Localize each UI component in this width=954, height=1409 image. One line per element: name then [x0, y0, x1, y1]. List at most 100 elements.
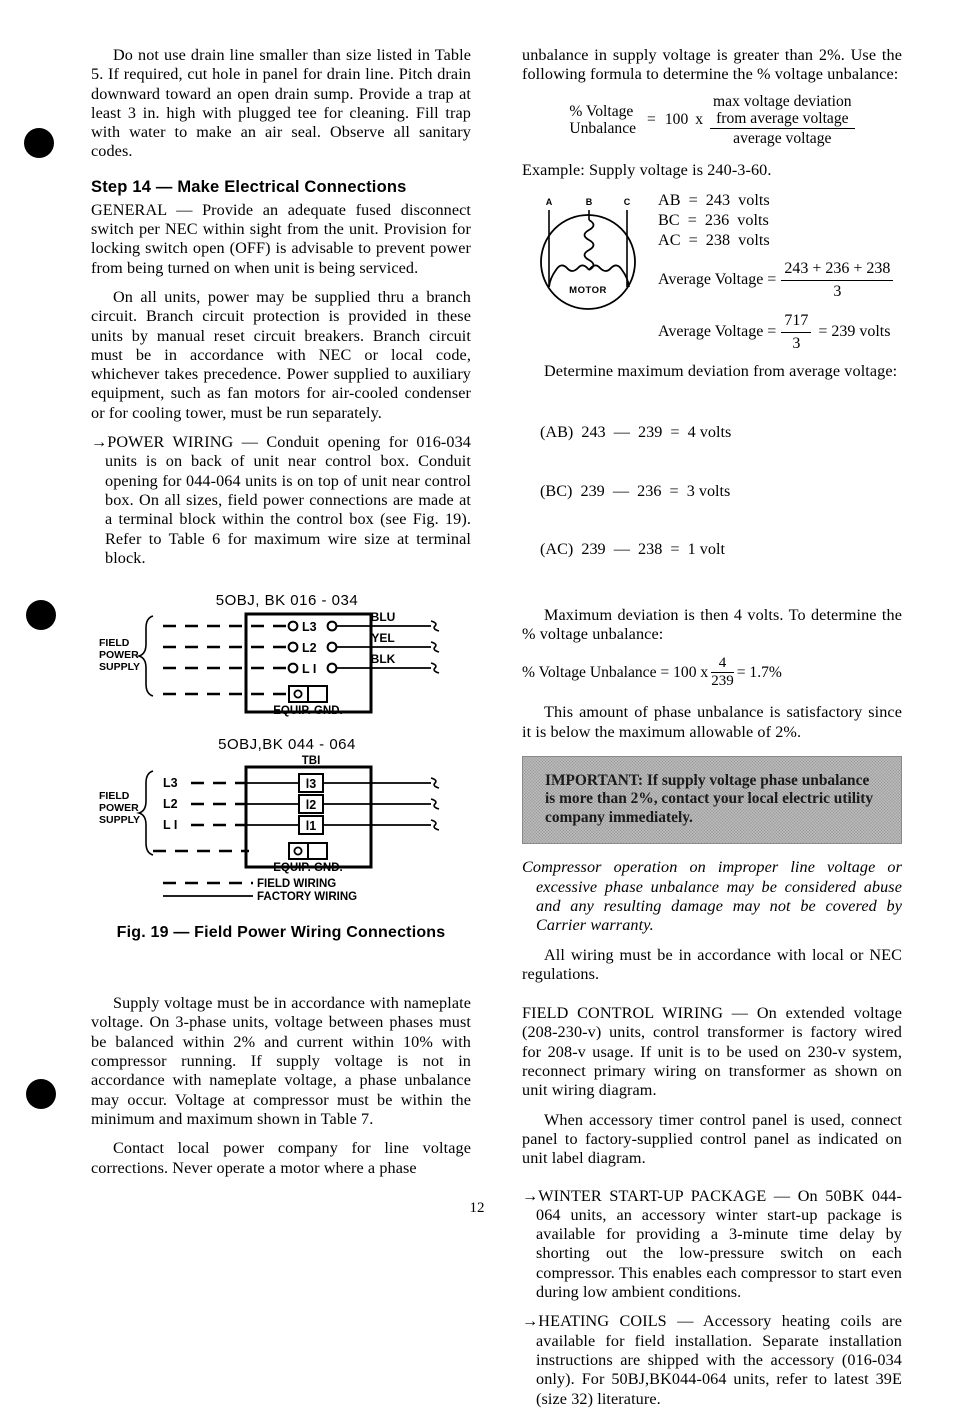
supply-label-2-line-1: FIELD — [99, 790, 130, 802]
wire-color-blu: BLU — [371, 610, 396, 624]
formula-numerator-line2: from average voltage — [716, 109, 849, 127]
formula-result-value: = 1.7% — [736, 663, 782, 681]
motor-coil-c — [588, 264, 630, 288]
deviation-row-ac: (AC) 239 — 238 = 1 volt — [540, 540, 725, 559]
terminal-number-1: l1 — [306, 819, 316, 833]
left-column: Do not use drain line smaller than size … — [91, 46, 471, 1178]
formula-result-unbalance: % Voltage Unbalance = 100 x 4 239 = 1.7% — [522, 656, 902, 689]
wire-color-yel: YEL — [371, 631, 394, 645]
wiring-diagram-016-034: 5OBJ, BK 016 - 034 FIELD POWER SUPPLY L3 — [99, 592, 440, 717]
formula-lhs-line1: % Voltage — [569, 102, 634, 120]
ground-label-016-034: EQUIP. GND. — [273, 705, 342, 717]
line-label-l2: L2 — [163, 797, 178, 811]
average-voltage-formula-1: Average Voltage = 243 + 236 + 238 3 — [658, 259, 902, 302]
terminal-dot-right-l1 — [326, 662, 338, 674]
voltage-reading-ab: AB = 243 volts — [658, 190, 770, 209]
average-voltage-formula-2: Average Voltage = 717 3 = 239 volts — [658, 311, 902, 354]
paragraph-supply-voltage: Supply voltage must be in accordance wit… — [91, 994, 471, 1128]
paragraph-determine-deviation: Determine maximum deviation from average… — [544, 361, 898, 380]
paragraph-contact-power-company: Contact local power company for line vol… — [91, 1139, 471, 1177]
formula-result-numerator: 4 — [711, 656, 734, 674]
heading-step-14: Step 14 — Make Electrical Connections — [91, 177, 407, 196]
formula-numerator: max voltage deviation from average volta… — [710, 93, 855, 129]
diagram-title-044-064: 5OBJ,BK 044 - 064 — [218, 736, 356, 753]
formula-numerator-line1: max voltage deviation — [713, 92, 852, 110]
supply-label-line-1: FIELD — [99, 637, 130, 649]
formula-voltage-unbalance: % Voltage Unbalance = 100 x max voltage … — [522, 93, 902, 147]
formula-fraction: max voltage deviation from average volta… — [710, 93, 855, 147]
average-voltage-label-2: Average Voltage = — [658, 323, 777, 341]
motor-coil-b — [583, 219, 595, 271]
average-voltage-numerator-1: 243 + 236 + 238 — [781, 259, 894, 281]
terminal-dot-left-l1 — [287, 662, 299, 674]
average-voltage-label-1: Average Voltage = — [658, 271, 777, 289]
voltage-reading-ac: AC = 238 volts — [658, 230, 770, 249]
page-number: 12 — [469, 1200, 485, 1216]
terminal-block-label: TBI — [302, 755, 321, 767]
paragraph-field-control-wiring: FIELD CONTROL WIRING — On extended volta… — [522, 1004, 902, 1100]
average-voltage-fraction-2: 717 3 — [781, 311, 812, 354]
supply-label-2-line-3: SUPPLY — [99, 814, 140, 826]
legend-field-wiring: FIELD WIRING — [257, 878, 336, 890]
paragraph-all-wiring: All wiring must be in accordance with lo… — [522, 945, 902, 983]
paragraph-branch-circuit: On all units, power may be supplied thru… — [91, 287, 471, 422]
average-voltage-denominator-2: 3 — [792, 334, 801, 352]
formula-lhs-line2: Unbalance — [569, 119, 637, 137]
diagram-title-016-034: 5OBJ, BK 016 - 034 — [216, 592, 358, 609]
voltage-reading-bc: BC = 236 volts — [658, 210, 769, 229]
figure-19: 5OBJ, BK 016 - 034 FIELD POWER SUPPLY L3 — [91, 590, 471, 942]
formula-hundred: 100 — [664, 111, 689, 129]
paragraph-satisfactory: This amount of phase unbalance is satisf… — [522, 703, 902, 741]
ground-terminal-dot — [293, 689, 303, 699]
motor-coil-a — [548, 264, 590, 288]
important-notice-box: IMPORTANT: If supply voltage phase unbal… — [522, 755, 902, 845]
paragraph-general: GENERAL — Provide an adequate fused disc… — [91, 200, 471, 277]
supply-label-line-2: POWER — [99, 649, 139, 661]
average-voltage-denominator-1: 3 — [833, 282, 842, 300]
brace-bracket — [136, 615, 154, 697]
formula-lhs: % Voltage Unbalance — [569, 103, 642, 137]
margin-change-marker — [26, 1079, 56, 1109]
ground-label-044-064: EQUIP. GND. — [273, 862, 342, 874]
wire-terminator-2-l2 — [430, 798, 440, 810]
formula-result-lhs: % Voltage Unbalance = 100 x — [522, 663, 709, 681]
wire-terminator-blu — [430, 620, 440, 632]
formula-times: x — [695, 111, 704, 129]
supply-label-line-3: SUPPLY — [99, 661, 140, 673]
motor-terminal-label-c: C — [624, 197, 631, 207]
terminal-dot-right-l2 — [326, 641, 338, 653]
formula-equals: = — [647, 111, 656, 129]
paragraph-unbalance-intro: unbalance in supply voltage is greater t… — [522, 46, 902, 84]
terminal-label-l1: L I — [302, 662, 316, 676]
paragraph-warranty-note: Compressor operation on improper line vo… — [522, 858, 902, 935]
average-voltage-fraction-1: 243 + 236 + 238 3 — [781, 259, 894, 302]
figure-caption: Fig. 19 — Field Power Wiring Connections — [116, 924, 446, 942]
wire-terminator-yel — [430, 641, 440, 653]
formula-denominator: average voltage — [733, 129, 832, 147]
terminal-number-2: l2 — [306, 798, 316, 812]
paragraph-example: Example: Supply voltage is 240-3-60. — [522, 160, 772, 179]
terminal-dot-left-l2 — [287, 641, 299, 653]
terminal-dot-left-l3 — [287, 620, 299, 632]
terminal-dot-right-l3 — [326, 620, 338, 632]
paragraph-timer-panel: When accessory timer control panel is us… — [522, 1110, 902, 1168]
wire-terminator-2-l1 — [430, 819, 440, 831]
supply-label-2-line-2: POWER — [99, 802, 139, 814]
voltage-readings-list: AB = 243 volts BC = 236 volts AC = 238 v… — [658, 190, 902, 354]
average-voltage-result: = 239 volts — [818, 323, 891, 341]
line-label-l3: L3 — [163, 776, 178, 790]
motor-example-block: A B C MOTOR AB = 243 volts BC = 236 volt… — [522, 190, 902, 354]
paragraph-power-wiring: →POWER WIRING — Conduit opening for 016-… — [91, 433, 471, 567]
terminal-label-l2: L2 — [302, 641, 317, 655]
document-page: Do not use drain line smaller than size … — [0, 0, 954, 1408]
motor-terminal-label-a: A — [546, 197, 553, 207]
motor-label: MOTOR — [569, 285, 607, 296]
legend-factory-wiring: FACTORY WIRING — [257, 891, 357, 903]
ground-terminal-dot-2 — [293, 846, 303, 856]
line-label-l1: L I — [163, 818, 177, 832]
motor-terminal-label-b: B — [586, 197, 593, 207]
average-voltage-numerator-2: 717 — [781, 311, 812, 333]
terminal-number-3: l3 — [306, 777, 316, 791]
wire-color-blk: BLK — [371, 652, 396, 666]
terminal-label-l3: L3 — [302, 620, 317, 634]
